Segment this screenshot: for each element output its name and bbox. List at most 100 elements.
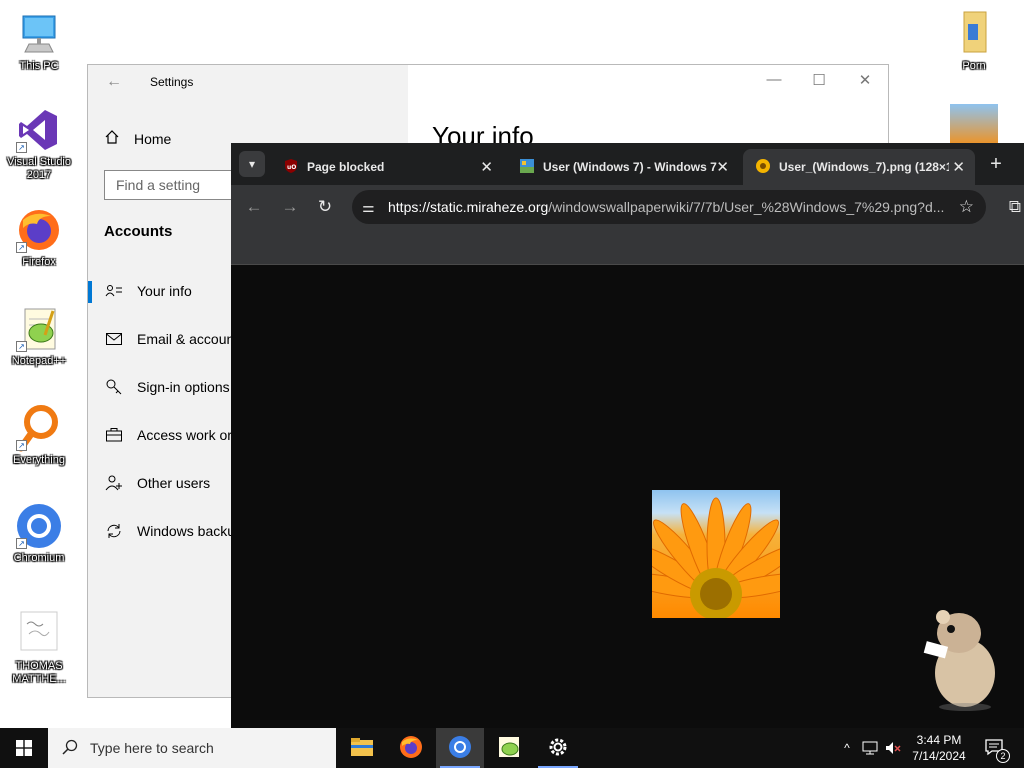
notification-badge: 2 bbox=[996, 748, 1010, 763]
shortcut-arrow-icon: ↗ bbox=[16, 142, 27, 153]
visual-studio-icon: ↗ bbox=[15, 106, 63, 154]
taskbar-clock[interactable]: 3:44 PM 7/14/2024 bbox=[904, 732, 974, 764]
tab-title: User (Windows 7) - Windows 7 bbox=[543, 160, 717, 174]
gear-icon bbox=[547, 736, 569, 761]
tab-title: Page blocked bbox=[307, 160, 385, 174]
forward-arrow-icon[interactable]: → bbox=[278, 196, 302, 220]
close-icon[interactable]: ✕ bbox=[845, 71, 885, 89]
taskbar-file-explorer[interactable] bbox=[338, 728, 386, 768]
desktop-icon-label: THOMAS MATTHE... bbox=[12, 660, 66, 685]
settings-home-link[interactable]: Home bbox=[104, 129, 171, 148]
settings-nav-label: Windows backup bbox=[137, 523, 243, 539]
minimize-icon[interactable]: — bbox=[754, 71, 794, 88]
tab-title: User_(Windows_7).png (128×128) bbox=[779, 160, 949, 174]
shortcut-arrow-icon: ↗ bbox=[16, 341, 27, 352]
desktop-icon-firefox[interactable]: ↗ Firefox bbox=[1, 206, 77, 269]
desktop-icon-thomas-file[interactable]: THOMAS MATTHE... bbox=[1, 610, 77, 686]
network-icon[interactable] bbox=[860, 728, 880, 768]
notepad-plus-plus-icon: ↗ bbox=[15, 305, 63, 353]
mail-icon bbox=[105, 330, 123, 348]
maximize-icon[interactable]: ☐ bbox=[799, 71, 839, 89]
sync-icon bbox=[105, 522, 123, 540]
taskbar-search-box[interactable]: Type here to search bbox=[48, 728, 336, 768]
bookmark-star-icon[interactable]: ☆ bbox=[959, 190, 974, 224]
settings-nav-label: Sign-in options bbox=[137, 379, 230, 395]
desktop-icon-label: Everything bbox=[13, 454, 65, 466]
desktop-icon-visual-studio[interactable]: ↗ Visual Studio 2017 bbox=[1, 106, 77, 182]
key-icon bbox=[105, 378, 123, 396]
desktop-icon-label: Firefox bbox=[22, 256, 56, 268]
windows-logo-icon bbox=[16, 740, 32, 759]
desktop-icon-everything[interactable]: ↗ Everything bbox=[1, 404, 77, 467]
clock-time: 3:44 PM bbox=[916, 733, 962, 747]
close-icon[interactable]: ✕ bbox=[952, 158, 965, 176]
bookmarks-bar bbox=[231, 229, 1024, 265]
start-button[interactable] bbox=[0, 728, 48, 768]
reload-icon[interactable]: ↻ bbox=[313, 196, 337, 220]
firefox-icon bbox=[399, 735, 423, 762]
desktop-icon-label: Porn bbox=[962, 60, 986, 72]
browser-tab[interactable]: User (Windows 7) - Windows 7 ✕ bbox=[507, 149, 739, 185]
home-icon bbox=[104, 129, 120, 148]
image-file-icon bbox=[15, 610, 63, 658]
taskbar-firefox[interactable] bbox=[387, 728, 435, 768]
notification-icon: 2 bbox=[984, 738, 1010, 763]
desktop-icon-this-pc[interactable]: This PC bbox=[1, 10, 77, 73]
add-person-icon bbox=[105, 474, 123, 492]
settings-nav-label: Email & accounts bbox=[137, 331, 246, 347]
shortcut-arrow-icon: ↗ bbox=[16, 538, 27, 549]
close-icon[interactable]: ✕ bbox=[716, 158, 729, 176]
svg-text:uO: uO bbox=[287, 164, 296, 171]
flower-image bbox=[652, 490, 780, 618]
chromium-icon: ↗ bbox=[15, 502, 63, 550]
wiki-favicon-icon bbox=[519, 158, 535, 177]
close-icon[interactable]: ✕ bbox=[480, 158, 493, 176]
address-bar[interactable]: ⚌ https://static.miraheze.org/windowswal… bbox=[352, 190, 986, 224]
clock-date: 7/14/2024 bbox=[912, 749, 966, 763]
settings-nav-label: Other users bbox=[137, 475, 211, 491]
shortcut-arrow-icon: ↗ bbox=[16, 440, 27, 451]
taskbar-settings[interactable] bbox=[534, 728, 582, 768]
url-host: https://static.miraheze.org bbox=[388, 199, 549, 215]
browser-tab-active[interactable]: User_(Windows_7).png (128×128) ✕ bbox=[743, 149, 975, 185]
chevron-up-icon: ^ bbox=[844, 741, 850, 755]
extensions-icon[interactable]: ⧉ bbox=[1003, 196, 1024, 220]
back-arrow-icon[interactable]: ← bbox=[106, 73, 126, 93]
desktop-icon-notepad-plus-plus[interactable]: ↗ Notepad++ bbox=[1, 305, 77, 368]
briefcase-icon bbox=[105, 426, 123, 444]
taskbar: Type here to search ^ 3:44 PM 7/14/2024 … bbox=[0, 728, 1024, 768]
taskbar-chromium[interactable] bbox=[436, 728, 484, 768]
notification-center[interactable]: 2 bbox=[978, 728, 1010, 768]
everything-search-icon: ↗ bbox=[15, 404, 63, 452]
browser-window: ▾ uO Page blocked ✕ User (Windows 7) - W… bbox=[231, 143, 1024, 729]
settings-home-label: Home bbox=[134, 130, 172, 147]
plus-icon: + bbox=[990, 153, 1002, 175]
desktop-icon-label: Visual Studio 2017 bbox=[6, 156, 71, 181]
person-card-icon bbox=[105, 282, 123, 300]
chromium-icon bbox=[448, 735, 472, 762]
firefox-icon: ↗ bbox=[15, 206, 63, 254]
browser-tab[interactable]: uO Page blocked ✕ bbox=[271, 149, 503, 185]
flower-favicon-icon bbox=[755, 158, 771, 177]
show-hidden-icons[interactable]: ^ bbox=[838, 728, 856, 768]
desktop-icon-label: Notepad++ bbox=[11, 355, 67, 367]
notepad-plus-plus-icon bbox=[497, 735, 521, 762]
tab-search-button[interactable]: ▾ bbox=[239, 151, 265, 177]
settings-nav-label: Your info bbox=[137, 283, 192, 299]
desktop-icon-chromium[interactable]: ↗ Chromium bbox=[1, 502, 77, 565]
folder-icon bbox=[350, 737, 374, 760]
desktop-icon-label: This PC bbox=[19, 60, 59, 72]
desktop-icon-label: Chromium bbox=[13, 552, 65, 564]
back-arrow-icon[interactable]: ← bbox=[242, 196, 266, 220]
settings-section-title: Accounts bbox=[104, 223, 173, 240]
settings-title: Settings bbox=[150, 75, 194, 89]
tab-strip: ▾ uO Page blocked ✕ User (Windows 7) - W… bbox=[231, 143, 1024, 185]
ublock-icon: uO bbox=[283, 158, 299, 177]
new-tab-button[interactable]: + bbox=[983, 151, 1009, 177]
search-icon bbox=[62, 739, 78, 758]
taskbar-notepad-plus-plus[interactable] bbox=[485, 728, 533, 768]
volume-muted-icon[interactable] bbox=[883, 728, 903, 768]
desktop-icon-porn-folder[interactable]: Porn bbox=[936, 10, 1012, 73]
hamster-mascot bbox=[913, 603, 1009, 711]
url-path: /windowswallpaperwiki/7/7b/User_%28Windo… bbox=[548, 199, 945, 215]
